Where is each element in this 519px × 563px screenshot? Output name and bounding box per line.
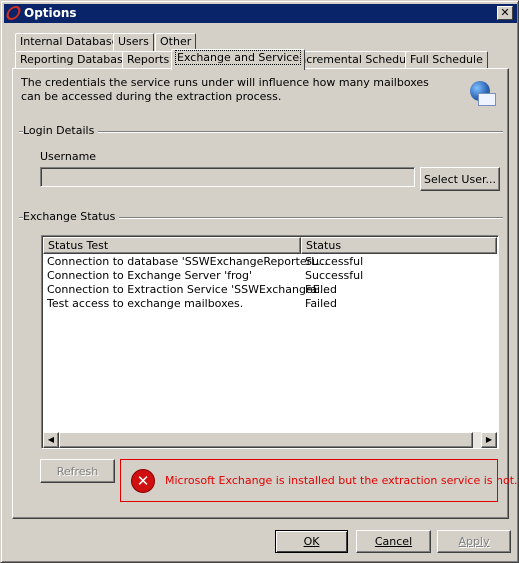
status-cell: Failed [305,297,337,310]
login-details-label: Login Details [23,124,99,137]
tab-users[interactable]: Users [113,33,154,51]
status-test-cell: Test access to exchange mailboxes. [47,297,244,310]
close-button[interactable]: ✕ [497,6,513,20]
options-dialog: Options ✕ Internal Database Users Other … [0,0,519,563]
status-cell: Failed [305,283,337,296]
envelope-icon [478,93,496,106]
scroll-thumb[interactable] [59,432,473,448]
title-bar: Options [4,4,517,23]
apply-button[interactable]: Apply [437,530,511,553]
scroll-right-button[interactable]: ▶ [481,432,497,448]
window-title: Options [24,6,77,20]
tab-incremental-schedule[interactable]: Incremental Schedule [291,51,421,69]
tab-panel: The credentials the service runs under w… [12,68,518,519]
error-message: Microsoft Exchange is installed but the … [165,474,518,487]
column-status-test[interactable]: Status Test [43,237,301,254]
ok-button[interactable]: OK [275,530,348,553]
description: The credentials the service runs under w… [21,76,429,103]
status-test-cell: Connection to Exchange Server 'frog' [47,269,253,282]
tab-exchange-and-service[interactable]: Exchange and Service [171,49,306,70]
username-label: Username [40,150,97,163]
tab-reports[interactable]: Reports [122,51,175,69]
status-test-cell: Connection to Extraction Service 'SSWExc… [47,283,331,296]
scroll-left-button[interactable]: ◀ [43,432,59,448]
exchange-status-label: Exchange Status [23,210,120,223]
cancel-button[interactable]: Cancel [356,530,431,553]
horizontal-scrollbar[interactable]: ◀ ▶ [43,432,497,448]
status-list: Status Test Status Connection to databas… [41,235,499,449]
refresh-button[interactable]: Refresh [40,459,115,483]
app-icon [4,6,23,20]
status-cell: Successful [305,269,364,282]
tab-full-schedule[interactable]: Full Schedule [405,51,488,69]
column-status[interactable]: Status [301,237,497,254]
status-cell: Successful [305,255,364,268]
list-header: Status Test Status [43,237,497,254]
username-input[interactable] [40,167,415,187]
error-box: ✕ Microsoft Exchange is installed but th… [120,459,518,502]
tab-reporting-database[interactable]: Reporting Database [15,51,135,69]
select-user-button[interactable]: Select User... [420,167,500,191]
status-test-cell: Connection to database 'SSWExchangeRepor… [47,255,328,268]
tab-internal-database[interactable]: Internal Database [15,33,124,51]
error-x-icon: ✕ [131,469,155,493]
